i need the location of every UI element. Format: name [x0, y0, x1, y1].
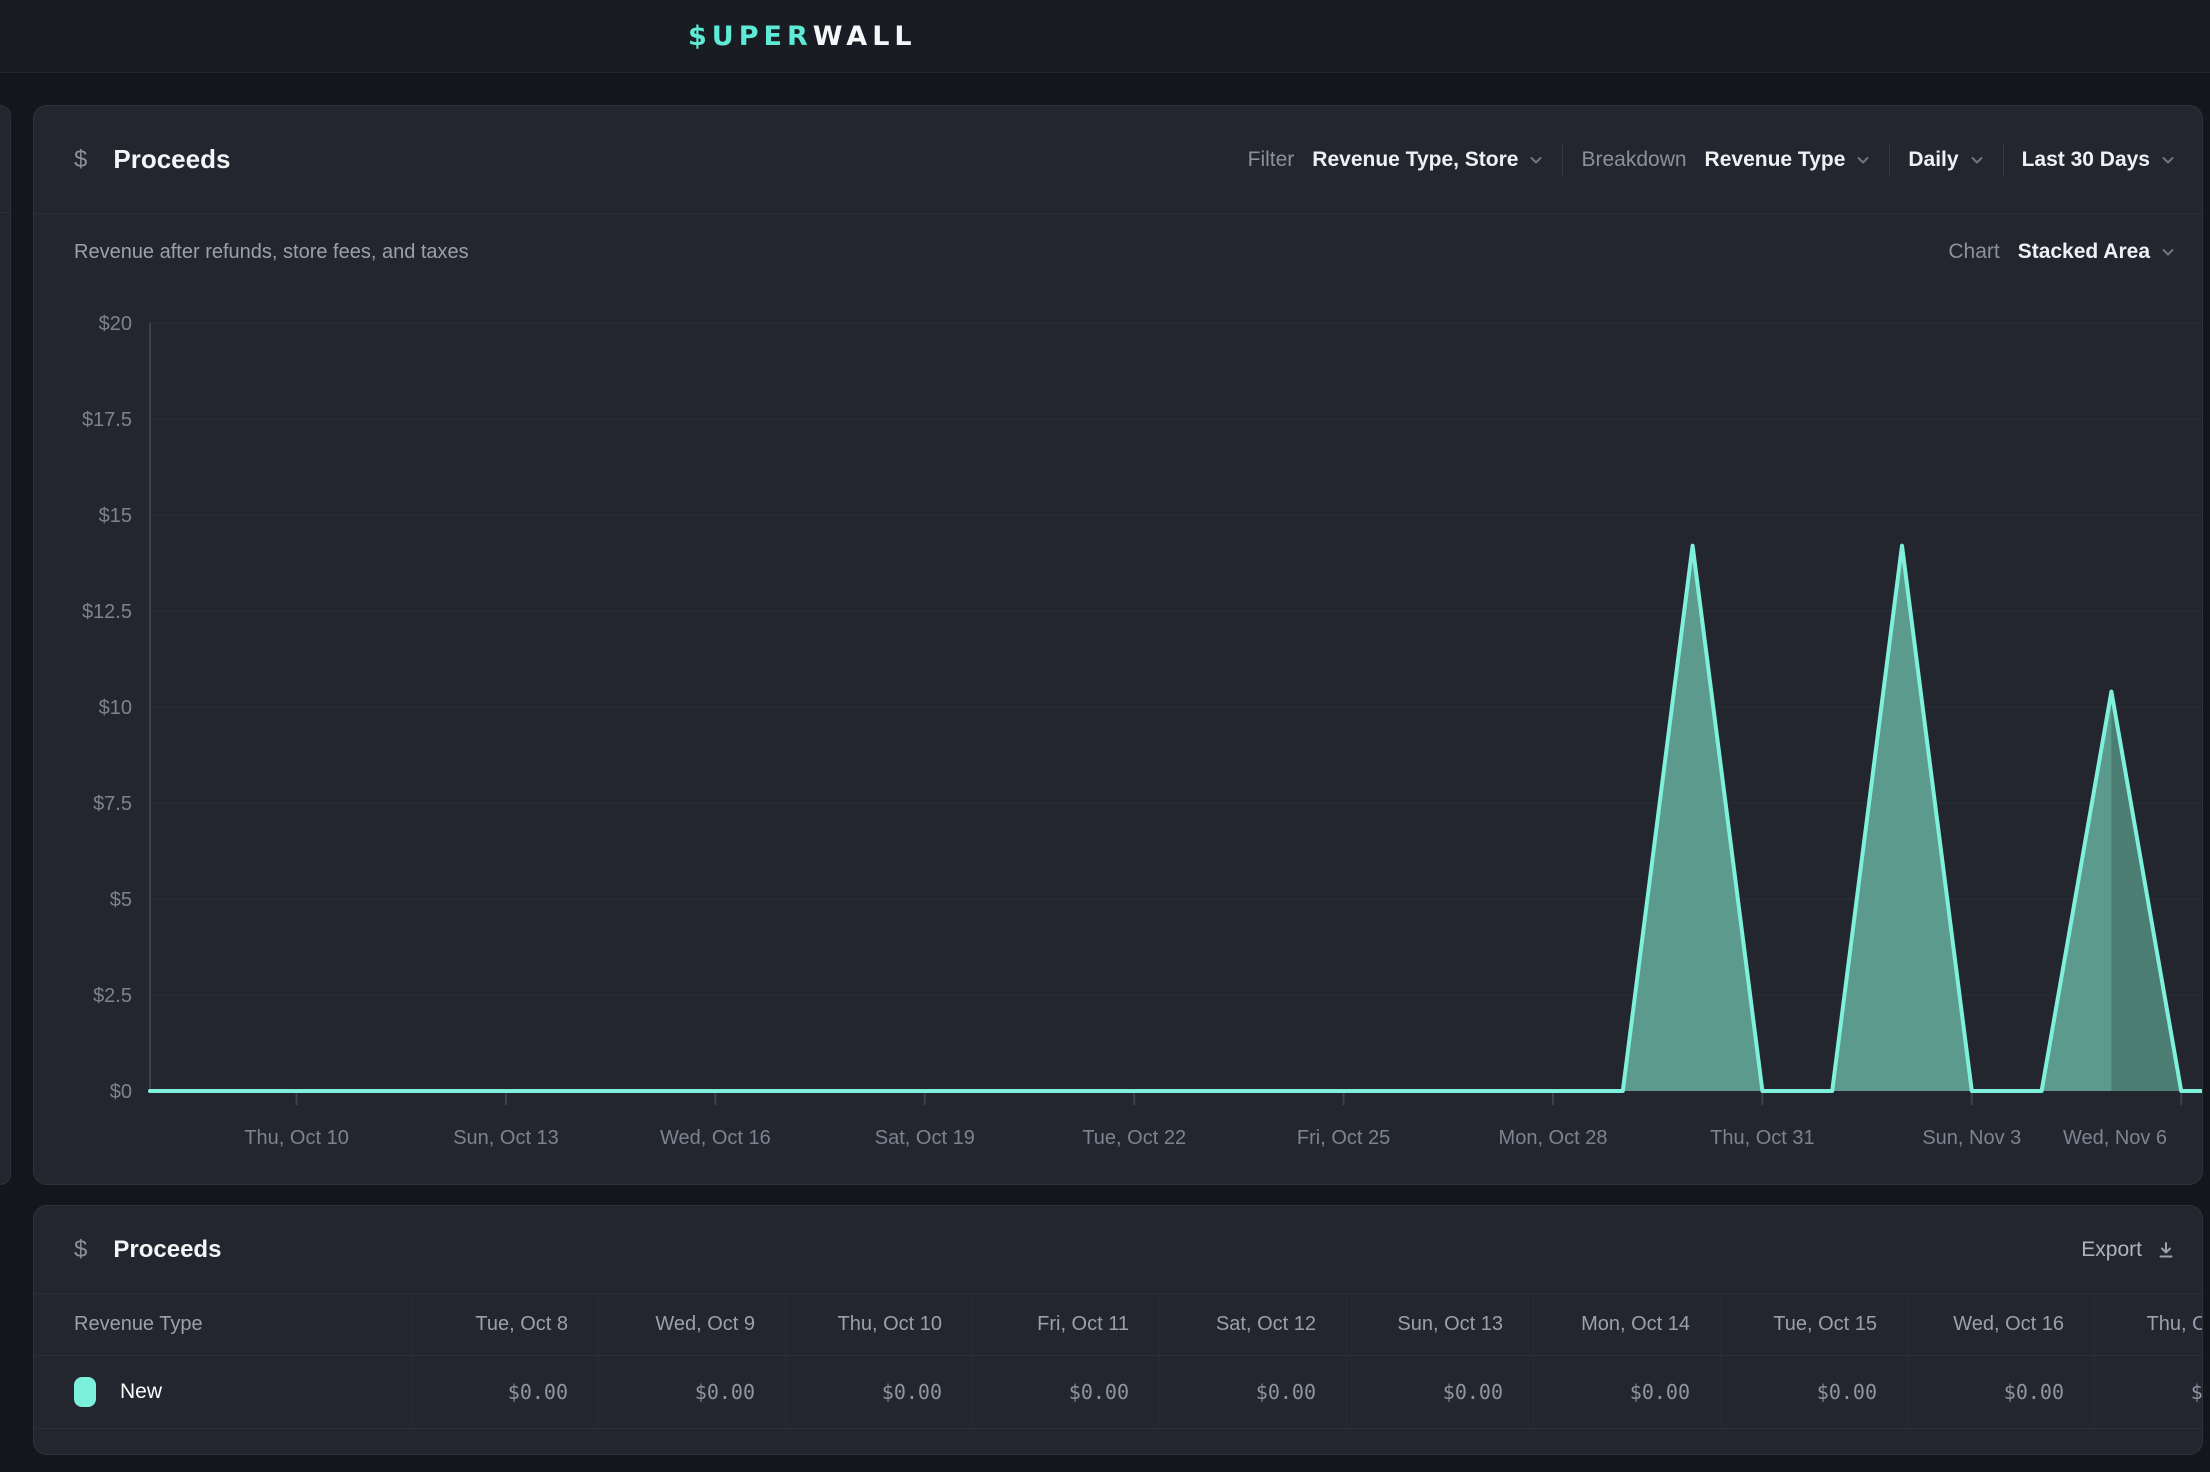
table-value-cell: $0.00 — [411, 1356, 598, 1428]
table-value-cell: $0.00 — [1907, 1356, 2094, 1428]
export-button-label: Export — [2081, 1238, 2142, 1262]
proceeds-chart-card: $ Proceeds Filter Revenue Type, Store Br… — [33, 105, 2203, 1185]
y-axis-label: $12.5 — [82, 601, 132, 623]
table-value-cell: $0.00 — [1720, 1356, 1907, 1428]
x-axis-label: Fri, Oct 25 — [1297, 1127, 1390, 1149]
table-header-first-cell: Revenue Type — [34, 1294, 411, 1355]
dollar-icon: $ — [74, 1236, 87, 1264]
table-value-cell: $0.00 — [972, 1356, 1159, 1428]
proceeds-table-card: $ Proceeds Export Revenue Type Tue, Oct … — [33, 1205, 2203, 1455]
row-label-cell: New — [34, 1356, 411, 1428]
table-card-title: Proceeds — [113, 1236, 221, 1264]
y-axis-label: $2.5 — [93, 985, 132, 1007]
logo-accent-text: $UPER — [688, 21, 813, 52]
table-value-cell: $0.00 — [1533, 1356, 1720, 1428]
x-axis-label: Sun, Nov 3 — [1922, 1127, 2021, 1149]
breakdown-dropdown-value: Revenue Type — [1705, 148, 1846, 172]
x-axis-label: Thu, Oct 31 — [1710, 1127, 1815, 1149]
table-header-cell: Tue, Oct 15 — [1720, 1294, 1907, 1355]
controls-divider — [2003, 143, 2004, 177]
proceeds-table: Revenue Type Tue, Oct 8Wed, Oct 9Thu, Oc… — [34, 1294, 2203, 1429]
table-header-cell: Thu, Oct 10 — [785, 1294, 972, 1355]
y-axis-label: $20 — [99, 313, 132, 335]
export-button[interactable]: Export — [2081, 1238, 2176, 1262]
chevron-down-icon — [1855, 152, 1871, 168]
table-value-cell: $0.00 — [2094, 1356, 2203, 1428]
y-axis-label: $5 — [110, 889, 132, 911]
x-axis-label: Tue, Oct 22 — [1082, 1127, 1186, 1149]
breakdown-dropdown[interactable]: Revenue Type — [1705, 148, 1872, 172]
logo-rest-text: WALL — [813, 21, 917, 52]
table-value-cell: $0.00 — [1159, 1356, 1346, 1428]
dollar-icon: $ — [74, 146, 87, 174]
x-axis-label: Mon, Oct 28 — [1499, 1127, 1608, 1149]
table-header-cell: Tue, Oct 8 — [411, 1294, 598, 1355]
chart-card-title-group: $ Proceeds — [74, 144, 230, 175]
date-range-dropdown[interactable]: Last 30 Days — [2022, 148, 2176, 172]
filter-label: Filter — [1248, 148, 1295, 172]
table-value-cell: $0.00 — [1346, 1356, 1533, 1428]
table-value-cell: $0.00 — [785, 1356, 972, 1428]
table-header-cell: Wed, Oct 16 — [1907, 1294, 2094, 1355]
filter-dropdown-value: Revenue Type, Store — [1312, 148, 1518, 172]
x-axis-label: Wed, Nov 6 — [2063, 1127, 2167, 1149]
stacked-area-chart: $0 $2.5 $5 $7.5 $10 $12.5 $15 $17.5 $20 Thu, Oct … — [34, 214, 2202, 1184]
y-axis-label: $17.5 — [82, 409, 132, 431]
filter-dropdown[interactable]: Revenue Type, Store — [1312, 148, 1544, 172]
series-name: New — [120, 1380, 162, 1404]
table-header-cell: Mon, Oct 14 — [1533, 1294, 1720, 1355]
x-axis-label: Thu, Oct 10 — [244, 1127, 349, 1149]
table-header-cell: Wed, Oct 9 — [598, 1294, 785, 1355]
y-axis-label: $10 — [99, 697, 132, 719]
breakdown-label: Breakdown — [1581, 148, 1686, 172]
controls-divider — [1562, 143, 1563, 177]
download-icon — [2156, 1240, 2176, 1260]
table-header-cell: Thu, Oct 17 — [2094, 1294, 2203, 1355]
chevron-down-icon — [1528, 152, 1544, 168]
y-axis-label: $15 — [99, 505, 132, 527]
superwall-logo[interactable]: $UPERWALL — [688, 0, 917, 73]
table-header-cell: Sun, Oct 13 — [1346, 1294, 1533, 1355]
controls-divider — [1889, 143, 1890, 177]
y-axis-label: $0 — [110, 1081, 132, 1103]
x-axis-label: Sun, Oct 13 — [453, 1127, 559, 1149]
adjacent-card-edge — [0, 105, 11, 1185]
granularity-dropdown[interactable]: Daily — [1908, 148, 1984, 172]
y-axis-label: $7.5 — [93, 793, 132, 815]
x-axis-label: Wed, Oct 16 — [660, 1127, 771, 1149]
chart-controls: Filter Revenue Type, Store Breakdown Rev… — [1248, 143, 2176, 177]
table-card-header: $ Proceeds Export — [34, 1206, 2202, 1294]
table-header-cell: Fri, Oct 11 — [972, 1294, 1159, 1355]
chart-canvas: $0 $2.5 $5 $7.5 $10 $12.5 $15 $17.5 $20 Thu, Oct … — [34, 214, 2202, 1184]
chevron-down-icon — [2160, 152, 2176, 168]
chevron-down-icon — [1969, 152, 1985, 168]
adjacent-card-divider — [0, 212, 10, 213]
granularity-dropdown-value: Daily — [1908, 148, 1958, 172]
table-card-title-group: $ Proceeds — [74, 1236, 221, 1264]
chart-card-header: $ Proceeds Filter Revenue Type, Store Br… — [34, 106, 2202, 214]
chart-card-title: Proceeds — [113, 144, 230, 175]
table-row: New$0.00$0.00$0.00$0.00$0.00$0.00$0.00$0… — [34, 1356, 2203, 1429]
x-axis-label: Sat, Oct 19 — [875, 1127, 975, 1149]
top-nav-bar: $UPERWALL — [0, 0, 2210, 73]
table-value-cell: $0.00 — [598, 1356, 785, 1428]
series-color-swatch — [74, 1377, 96, 1407]
date-range-dropdown-value: Last 30 Days — [2022, 148, 2150, 172]
table-header-row: Revenue Type Tue, Oct 8Wed, Oct 9Thu, Oc… — [34, 1294, 2203, 1356]
table-header-cell: Sat, Oct 12 — [1159, 1294, 1346, 1355]
